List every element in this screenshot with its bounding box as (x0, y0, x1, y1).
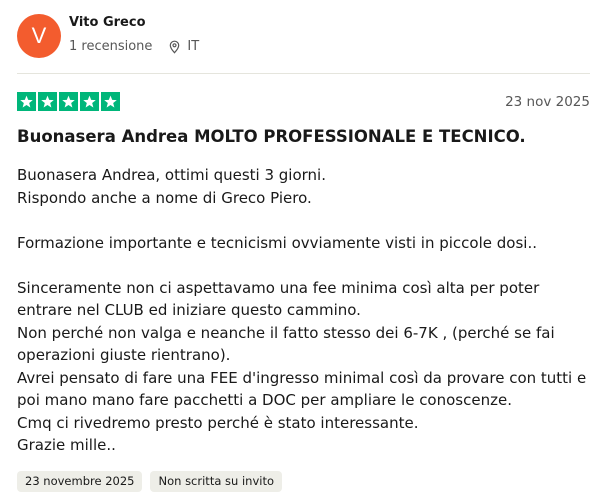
review-tags: 23 novembre 2025 Non scritta su invito (17, 471, 282, 492)
review-line: Rispondo anche a nome di Greco Piero. (17, 188, 312, 207)
star-icon (17, 92, 36, 111)
country-code: IT (187, 39, 200, 54)
consumer-meta: 1 recensione IT (69, 38, 199, 56)
avatar-initial: V (31, 23, 47, 48)
review-line: Avrei pensato di fare una FEE d'ingresso… (17, 368, 587, 410)
review-body: Buonasera Andrea, ottimi questi 3 giorni… (17, 164, 594, 457)
review-card: V Vito Greco 1 recensione IT 23 nov 2025… (0, 0, 608, 504)
star-icon (80, 92, 99, 111)
location-pin-icon (170, 40, 180, 54)
review-count: 1 recensione (69, 39, 153, 54)
star-icon (101, 92, 120, 111)
avatar[interactable]: V (17, 14, 61, 58)
review-line: Formazione importante e tecnicismi ovvia… (17, 233, 537, 252)
consumer-name[interactable]: Vito Greco (69, 14, 199, 32)
review-line: Sinceramente non ci aspettavamo una fee … (17, 278, 540, 320)
consumer-location: IT (168, 38, 199, 56)
divider (17, 73, 590, 74)
star-rating (17, 92, 120, 111)
consumer-header: V Vito Greco 1 recensione IT (17, 13, 590, 61)
invitation-status-badge[interactable]: Non scritta su invito (150, 471, 282, 492)
review-line: Grazie mille.. (17, 436, 116, 454)
review-line: Non perché non valga e neanche il fatto … (17, 323, 555, 365)
star-icon (59, 92, 78, 111)
experience-date-badge: 23 novembre 2025 (17, 471, 143, 492)
review-title[interactable]: Buonasera Andrea MOLTO PROFESSIONALE E T… (17, 125, 590, 149)
consumer-info: Vito Greco 1 recensione IT (69, 13, 199, 56)
review-date: 23 nov 2025 (505, 93, 590, 110)
star-icon (38, 92, 57, 111)
review-line: Buonasera Andrea, ottimi questi 3 giorni… (17, 166, 326, 184)
rating-row: 23 nov 2025 (17, 92, 590, 111)
review-line: Cmq ci rivedremo presto perché è stato i… (17, 413, 419, 432)
